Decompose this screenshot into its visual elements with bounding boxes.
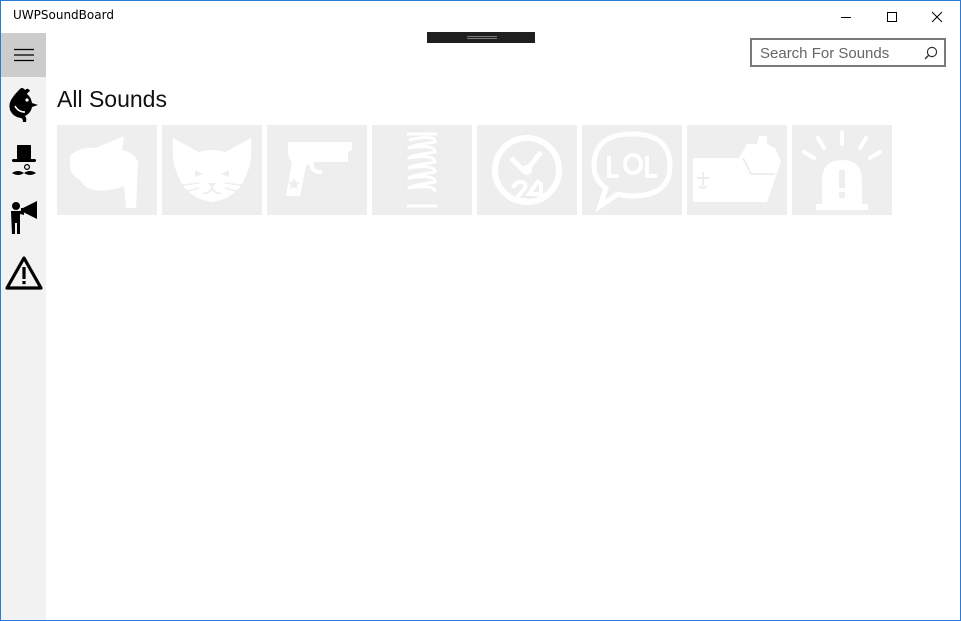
- drag-handle-line: [467, 38, 497, 39]
- nav-item-alerts[interactable]: [1, 245, 46, 301]
- sound-tile-gun[interactable]: [267, 125, 367, 215]
- spring-icon: [407, 132, 437, 208]
- hamburger-icon: [13, 48, 34, 62]
- drag-handle-bar[interactable]: [427, 32, 535, 43]
- warning-icon: [4, 256, 43, 290]
- search-input[interactable]: [760, 43, 920, 63]
- siren-icon: [802, 130, 882, 210]
- window-title: UWPSoundBoard: [13, 8, 114, 22]
- minimize-button[interactable]: [823, 1, 869, 33]
- navigation-pane: [1, 33, 46, 620]
- close-button[interactable]: [914, 1, 960, 33]
- sound-tile-cat[interactable]: [162, 125, 262, 215]
- page-title: All Sounds: [57, 86, 167, 112]
- clock-24-icon: [492, 135, 562, 205]
- drag-handle-line: [467, 36, 497, 37]
- maximize-icon: [887, 12, 897, 22]
- cow-icon: [70, 136, 138, 208]
- search-icon[interactable]: [924, 46, 938, 60]
- megaphone-person-icon: [10, 201, 37, 234]
- nav-item-announcements[interactable]: [1, 189, 46, 245]
- sound-tile-siren[interactable]: [792, 125, 892, 215]
- app-window: UWPSoundBoard Search For Sounds All Soun…: [0, 0, 961, 621]
- sound-tile-lol[interactable]: [582, 125, 682, 215]
- sound-tile-spring[interactable]: [372, 125, 472, 215]
- cat-icon: [172, 138, 252, 202]
- ship-icon: [693, 136, 781, 202]
- hamburger-menu-button[interactable]: [1, 33, 46, 77]
- minimize-icon: [841, 17, 851, 18]
- sound-tile-clock[interactable]: [477, 125, 577, 215]
- lol-bubble-icon: [591, 131, 673, 212]
- nav-item-people[interactable]: [1, 133, 46, 189]
- search-box[interactable]: [750, 38, 946, 67]
- sound-tile-ship[interactable]: [687, 125, 787, 215]
- sound-tile-cow[interactable]: [57, 125, 157, 215]
- top-hat-mustache-icon: [11, 145, 36, 175]
- chicken-icon: [8, 88, 38, 122]
- title-bar[interactable]: UWPSoundBoard: [1, 1, 960, 33]
- close-icon: [931, 11, 943, 23]
- nav-item-animals[interactable]: [1, 77, 46, 133]
- gun-icon: [286, 142, 352, 196]
- maximize-button[interactable]: [869, 1, 915, 33]
